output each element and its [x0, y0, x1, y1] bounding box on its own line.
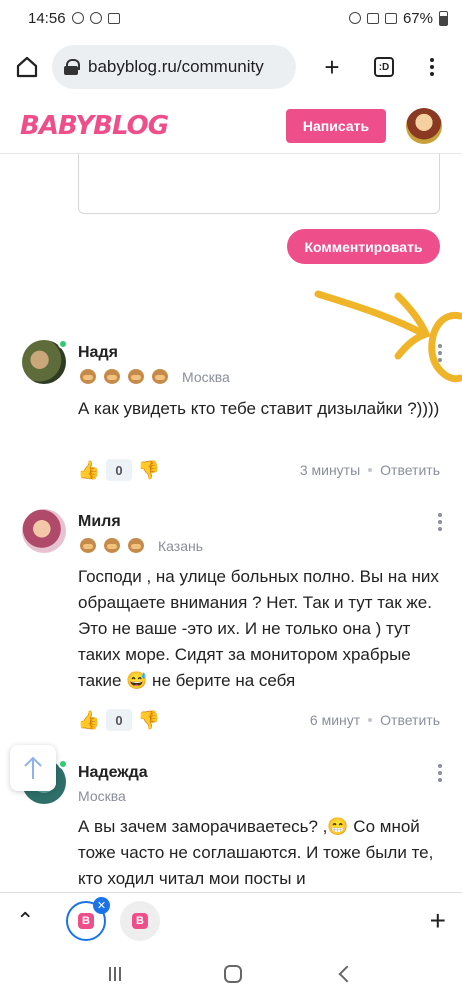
dislike-icon[interactable]: 👎	[138, 459, 160, 481]
commenter-meta: Москва	[78, 788, 126, 804]
comment-textarea[interactable]	[78, 154, 440, 214]
babyblog-favicon: B	[78, 912, 94, 929]
comment-text: А вы зачем заморачиваетесь? ,😁 Со мной т…	[78, 817, 434, 888]
tab-babyblog-active[interactable]: B ✕	[66, 896, 110, 941]
tab-babyblog[interactable]: B	[120, 900, 160, 941]
reply-link[interactable]: Ответить	[380, 462, 440, 478]
url-text: babyblog.ru/community	[88, 57, 264, 76]
commenter-name[interactable]: Надя	[78, 344, 118, 362]
browser-tab-bar: ⌃ B ✕ B +	[0, 892, 462, 948]
home-icon	[16, 56, 38, 78]
submit-comment-button[interactable]: Комментировать	[287, 229, 440, 264]
online-indicator	[58, 339, 68, 349]
4g-icon	[384, 12, 397, 24]
comment-menu-button[interactable]	[438, 513, 442, 534]
monkey-badge-icon	[78, 537, 98, 555]
tab-switcher-button[interactable]: :D	[364, 47, 404, 87]
comment-time: 6 минут	[309, 712, 361, 728]
close-tab-icon[interactable]: ✕	[93, 896, 110, 914]
scroll-to-top-button[interactable]	[10, 745, 56, 791]
commenter-city: Казань	[158, 538, 204, 554]
status-bar: 14:56 67%	[0, 0, 462, 36]
commenter-name[interactable]: Надежда	[78, 764, 148, 782]
system-nav-bar	[0, 948, 462, 1000]
monkey-badge-icon	[78, 368, 98, 386]
monkey-badge-icon	[126, 537, 146, 555]
commenter-meta: Москва	[78, 368, 230, 386]
separator-dot	[368, 718, 373, 722]
browser-toolbar: babyblog.ru/community + :D	[0, 36, 462, 98]
online-indicator	[58, 760, 68, 769]
comment-text: А как увидеть кто тебе ставит дизылайки …	[78, 399, 440, 418]
alarm-icon	[71, 12, 84, 24]
comment-actions: 👍 0 👎 6 минут Ответить	[78, 706, 440, 734]
comment-menu-button[interactable]	[438, 344, 442, 365]
like-icon[interactable]: 👍	[78, 459, 100, 481]
site-header: BABYBLOG Написать	[0, 98, 462, 154]
like-icon[interactable]: 👍	[78, 709, 100, 731]
arrow-up-icon	[24, 756, 42, 779]
commenter-avatar[interactable]	[22, 509, 66, 553]
separator-dot	[368, 468, 373, 472]
recent-apps-icon[interactable]	[109, 967, 125, 981]
babyblog-logo[interactable]: BABYBLOG	[20, 111, 169, 141]
battery-icon	[439, 10, 448, 26]
lock-icon	[64, 59, 80, 75]
like-count: 0	[106, 459, 132, 481]
comment-text: Господи , на улице больных полно. Вы на …	[78, 567, 439, 690]
home-button[interactable]	[10, 50, 44, 84]
battery-percent: 67%	[402, 9, 433, 27]
commenter-name[interactable]: Миля	[78, 513, 121, 531]
kebab-icon	[430, 58, 434, 76]
comment-item: Надежда Москва А вы зачем заморачиваетес…	[22, 760, 442, 892]
comment-item: Надя Москва А как увидеть кто тебе стави…	[22, 339, 442, 481]
plus-icon: +	[324, 51, 340, 82]
comment-actions: 👍 0 👎 3 минуты Ответить	[78, 456, 440, 484]
commenter-city: Москва	[182, 369, 230, 385]
new-tab-button[interactable]: +	[312, 47, 352, 87]
like-count: 0	[106, 709, 132, 731]
commenter-meta: Казань	[78, 537, 203, 555]
mute-icon	[348, 12, 361, 24]
signal-icon	[366, 12, 379, 24]
babyblog-favicon: B	[132, 912, 148, 929]
home-nav-icon[interactable]	[223, 965, 242, 983]
url-bar[interactable]: babyblog.ru/community	[52, 45, 296, 89]
whatsapp-icon	[89, 12, 102, 24]
monkey-badge-icon	[102, 537, 122, 555]
commenter-city: Москва	[78, 788, 126, 804]
add-tab-icon[interactable]: +	[430, 905, 446, 937]
back-nav-icon[interactable]	[338, 965, 356, 983]
browser-menu-button[interactable]	[412, 47, 452, 87]
comment-item: Миля Казань Господи , на улице больных п…	[22, 509, 442, 739]
user-avatar[interactable]	[406, 107, 442, 144]
monkey-badge-icon	[126, 368, 146, 386]
write-button[interactable]: Написать	[286, 108, 386, 143]
reply-link[interactable]: Ответить	[380, 712, 440, 728]
status-time: 14:56	[28, 9, 66, 27]
dislike-icon[interactable]: 👎	[138, 709, 160, 731]
gallery-icon	[107, 12, 120, 24]
monkey-badge-icon	[150, 368, 170, 386]
tab-count: :D	[374, 57, 394, 77]
comment-time: 3 минуты	[299, 462, 361, 478]
chevron-up-icon[interactable]: ⌃	[16, 908, 40, 934]
monkey-badge-icon	[102, 368, 122, 386]
comment-menu-button[interactable]	[438, 764, 442, 785]
